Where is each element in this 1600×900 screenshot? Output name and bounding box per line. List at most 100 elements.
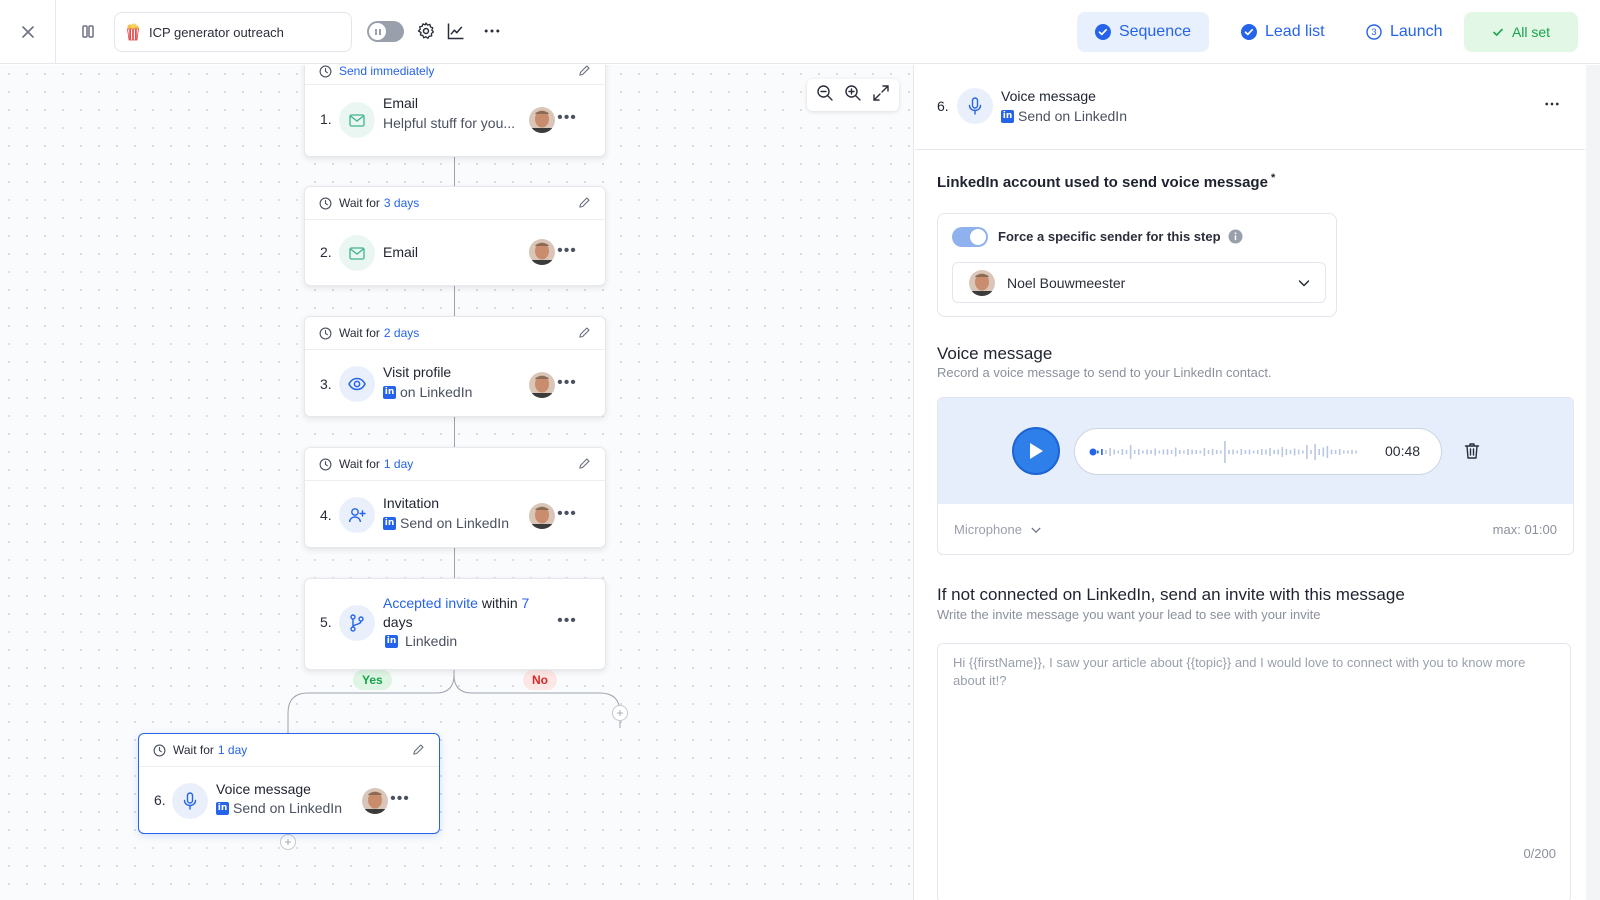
all-set-button[interactable]: All set	[1464, 12, 1578, 52]
chevron-down-icon	[1031, 527, 1041, 533]
waveform-bar	[1117, 450, 1120, 454]
step-timing-prefix: Wait for	[339, 326, 380, 340]
campaign-active-toggle[interactable]	[367, 21, 404, 42]
waveform-bar	[1211, 449, 1214, 455]
play-button[interactable]	[1012, 427, 1060, 475]
zoom-out-icon	[817, 84, 833, 101]
tab-lead-list-label: Lead list	[1265, 23, 1325, 40]
step-number: 4.	[320, 507, 332, 523]
clock-icon	[319, 327, 332, 339]
tab-sequence[interactable]: Sequence	[1077, 12, 1209, 52]
voice-subheading: Record a voice message to send to your L…	[937, 365, 1272, 380]
step-number: 3.	[320, 376, 332, 392]
fit-view-button[interactable]	[872, 84, 890, 107]
waveform-bar	[1326, 446, 1329, 458]
force-sender-label: Force a specific sender for this step	[998, 229, 1221, 244]
invite-message-textarea[interactable]: Hi {{firstName}}, I saw your article abo…	[937, 643, 1571, 900]
waveform-bar	[1281, 447, 1284, 457]
step-number: 1.	[320, 111, 332, 127]
step-body: 3. Visit profile in on LinkedIn •••	[305, 350, 605, 420]
playhead[interactable]	[1089, 448, 1097, 456]
delete-recording-button[interactable]	[1464, 442, 1480, 465]
more-options-button[interactable]	[482, 21, 502, 46]
step-card-3[interactable]: Wait for 2 days 3. Visit profile in on Li…	[304, 316, 606, 417]
tab-launch[interactable]: 3 Launch	[1348, 12, 1461, 52]
check-circle-icon	[1095, 24, 1111, 40]
waveform-bar	[1138, 449, 1140, 455]
step-timing-prefix: Wait for	[339, 457, 380, 471]
chart-line-icon	[447, 23, 464, 40]
force-sender-toggle[interactable]	[952, 227, 988, 247]
step-more-button[interactable]: •••	[557, 612, 577, 630]
settings-button[interactable]	[416, 21, 436, 46]
waveform-bar	[1318, 449, 1320, 455]
step-card-1[interactable]: Send immediately 1. Email Helpful stuff …	[304, 65, 606, 157]
step-card-6[interactable]: Wait for 1 day 6. Voice message in Send o…	[138, 733, 440, 834]
add-step-no-branch-button[interactable]: +	[612, 705, 628, 721]
clock-icon	[319, 197, 332, 209]
waveform-bar	[1297, 449, 1300, 455]
sender-select[interactable]: Noel Bouwmeester	[952, 262, 1326, 303]
voice-player-area: 00:48	[938, 398, 1573, 504]
eye-icon	[339, 366, 375, 402]
step-timing-header: Send immediately	[305, 65, 605, 85]
avatar	[529, 239, 555, 265]
step-more-button[interactable]: •••	[390, 790, 410, 808]
zoom-in-button[interactable]	[844, 84, 862, 107]
sequence-canvas[interactable]: Yes No + + Send immediately 1. Email Hel…	[0, 65, 914, 900]
analytics-button[interactable]	[446, 21, 466, 46]
edit-timing-button[interactable]	[578, 326, 591, 342]
clock-icon	[153, 744, 166, 756]
panel-step-subtitle-row: in Send on LinkedIn	[1001, 108, 1127, 124]
step-subtitle: Send on LinkedIn	[233, 800, 342, 816]
linkedin-icon: in	[383, 516, 396, 530]
tab-lead-list[interactable]: Lead list	[1223, 12, 1343, 52]
edit-timing-button[interactable]	[578, 457, 591, 473]
condition-link[interactable]: Accepted invite	[383, 595, 478, 611]
columns-icon	[82, 25, 94, 38]
svg-text:3: 3	[1371, 27, 1376, 37]
expand-icon	[873, 84, 889, 101]
waveform-bars	[1089, 441, 1357, 463]
step-card-2[interactable]: Wait for 3 days 2. Email •••	[304, 186, 606, 286]
step-more-button[interactable]: •••	[557, 505, 577, 523]
step-more-button[interactable]: •••	[557, 109, 577, 127]
info-icon[interactable]	[1228, 229, 1243, 249]
step-card-5[interactable]: 5. Accepted invite within 7 days in Linke…	[304, 578, 606, 670]
audio-waveform[interactable]: 00:48	[1074, 428, 1442, 475]
voice-heading: Voice message	[937, 344, 1053, 363]
waveform-bar	[1170, 450, 1173, 454]
waveform-bar	[1146, 449, 1148, 455]
zoom-toolbar	[807, 79, 899, 111]
waveform-bar	[1187, 449, 1189, 455]
edit-timing-button[interactable]	[412, 743, 425, 759]
waveform-bar	[1338, 449, 1341, 455]
waveform-bar	[1162, 449, 1165, 455]
top-bar: ICP generator outreach Sequence Lead lis…	[0, 0, 1600, 64]
panel-more-button[interactable]	[1543, 95, 1561, 118]
edit-timing-button[interactable]	[578, 65, 591, 80]
waveform-bar	[1121, 449, 1124, 455]
step-subtitle: Helpful stuff for you...	[383, 115, 516, 131]
sidebar-toggle-button[interactable]	[76, 20, 100, 44]
campaign-name-field[interactable]: ICP generator outreach	[114, 12, 352, 52]
step-card-4[interactable]: Wait for 1 day 4. Invitation in Send on L…	[304, 447, 606, 548]
step-more-button[interactable]: •••	[557, 374, 577, 392]
scrollbar[interactable]	[1586, 65, 1600, 900]
waveform-bar	[1244, 450, 1247, 454]
waveform-bar	[1273, 450, 1275, 454]
step-more-button[interactable]: •••	[557, 242, 577, 260]
waveform-bar	[1289, 450, 1292, 454]
step-title: Email	[383, 244, 419, 260]
condition-value[interactable]: 7	[522, 595, 530, 611]
audio-duration: 00:48	[1385, 443, 1421, 459]
pencil-icon	[579, 458, 590, 469]
waveform-bar	[1191, 449, 1193, 455]
invite-subheading: Write the invite message you want your l…	[937, 607, 1321, 622]
zoom-out-button[interactable]	[816, 84, 834, 107]
edit-timing-button[interactable]	[578, 196, 591, 212]
close-button[interactable]	[0, 0, 56, 64]
step-title: Voice message	[216, 781, 311, 797]
microphone-select[interactable]: Microphone	[954, 522, 1042, 537]
account-heading: LinkedIn account used to send voice mess…	[937, 172, 1275, 191]
